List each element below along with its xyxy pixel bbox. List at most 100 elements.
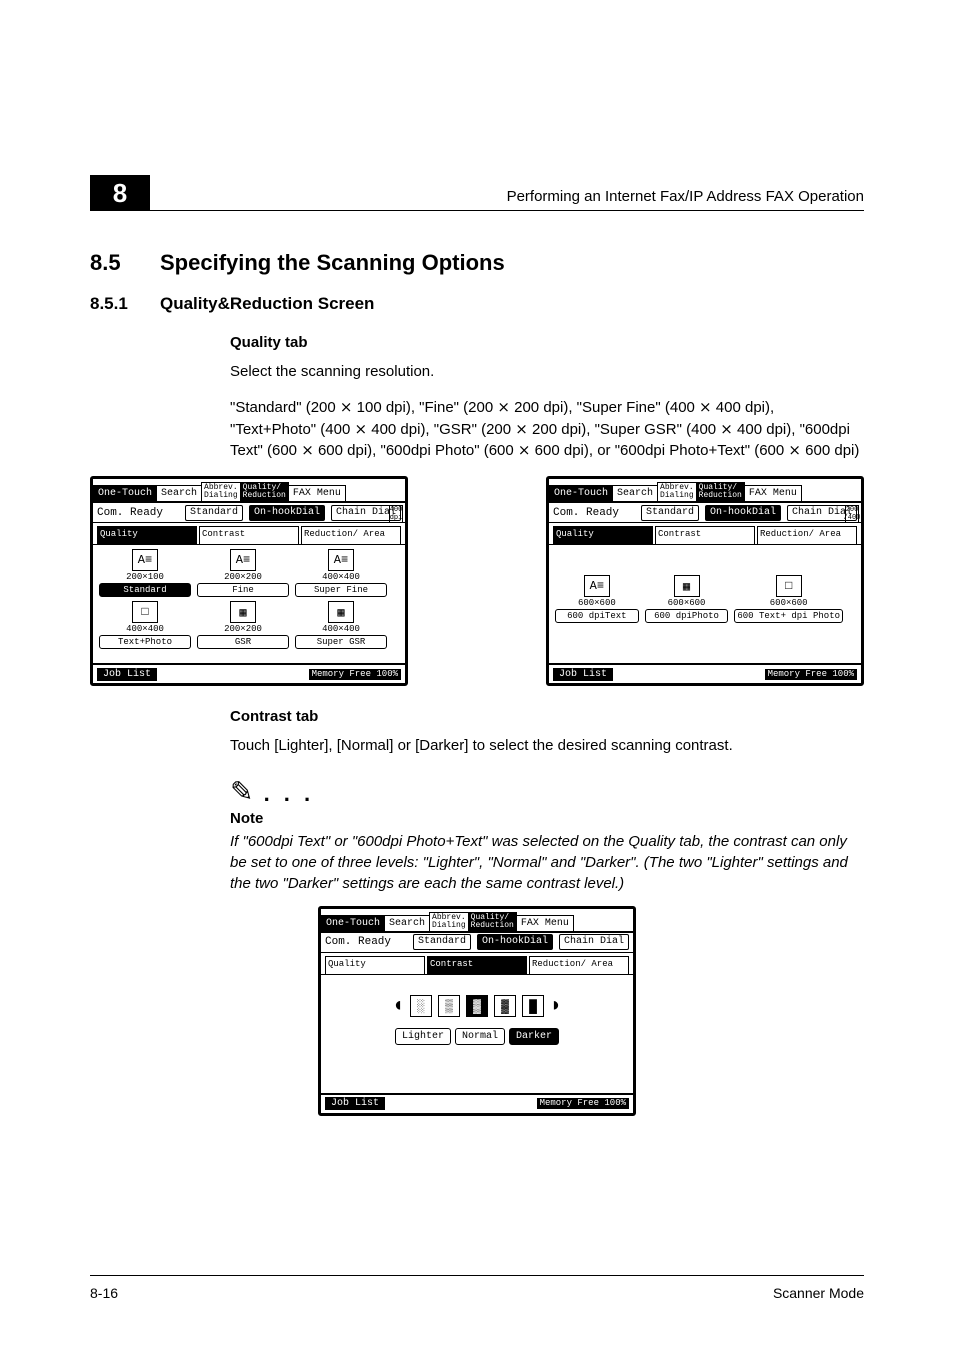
lighter-button[interactable]: Lighter: [395, 1028, 451, 1045]
note-title: Note: [230, 810, 864, 827]
top-tabs: One-Touch Search Abbrev. Dialing Quality…: [321, 909, 633, 933]
screen-footer: Job List Memory Free 100%: [549, 663, 861, 683]
opt-600text[interactable]: A≡600×600600 dpiText: [555, 575, 639, 623]
onhook-button[interactable]: On-hookDial: [705, 505, 781, 521]
contrast-arrow-right-icon: ◗: [550, 995, 562, 1018]
text-icon: A≡: [328, 549, 354, 571]
opt-supergsr[interactable]: ▦400×400Super GSR: [295, 601, 387, 649]
contrast-level-3-icon: ▓: [466, 995, 488, 1017]
opt-standard[interactable]: A≡200×100Standard: [99, 549, 191, 597]
tab-quality[interactable]: Quality/ Reduction: [696, 482, 745, 501]
contrast-screen: One-Touch Search Abbrev. Dialing Quality…: [318, 906, 636, 1116]
section-title: 8.5Specifying the Scanning Options: [90, 250, 864, 276]
subtab-quality[interactable]: Quality: [325, 956, 425, 974]
tab-onetouch[interactable]: One-Touch: [321, 915, 385, 931]
joblist-button[interactable]: Job List: [97, 668, 157, 681]
subsection-title: 8.5.1Quality&Reduction Screen: [90, 294, 864, 314]
joblist-button[interactable]: Job List: [553, 668, 613, 681]
tab-abbrev[interactable]: Abbrev. Dialing: [657, 482, 697, 501]
gsr-icon: ▦: [230, 601, 256, 623]
subtab-reduction[interactable]: Reduction/ Area: [757, 526, 857, 544]
tab-faxmenu[interactable]: FAX Menu: [288, 485, 346, 501]
opt-600photo[interactable]: ▦600×600600 dpiPhoto: [645, 575, 729, 623]
normal-button[interactable]: Normal: [455, 1028, 505, 1045]
running-header: Performing an Internet Fax/IP Address FA…: [507, 188, 864, 205]
contrast-level-5-icon: █: [522, 995, 544, 1017]
tab-search[interactable]: Search: [612, 485, 658, 501]
text-icon: A≡: [132, 549, 158, 571]
contrast-heading: Contrast tab: [230, 708, 864, 725]
contrast-level-2-icon: ▒: [438, 995, 460, 1017]
tab-abbrev[interactable]: Abbrev. Dialing: [429, 912, 469, 931]
onhook-button[interactable]: On-hookDial: [249, 505, 325, 521]
note-body: If "600dpi Text" or "600dpi Photo+Text" …: [230, 831, 864, 894]
tab-search[interactable]: Search: [384, 915, 430, 931]
tab-faxmenu[interactable]: FAX Menu: [744, 485, 802, 501]
status-row: Com. Ready Standard On-hookDial Chain Di…: [93, 503, 405, 523]
options-grid: A≡200×100Standard A≡200×200Fine A≡400×40…: [93, 545, 405, 649]
contrast-level-4-icon: ▓: [494, 995, 516, 1017]
footer-rule: [90, 1275, 864, 1276]
text-icon: A≡: [230, 549, 256, 571]
scroll-up-button[interactable]: 200 /400: [845, 505, 859, 523]
tab-onetouch[interactable]: One-Touch: [549, 485, 613, 501]
options-grid: A≡600×600600 dpiText ▦600×600600 dpiPhot…: [549, 545, 861, 623]
subtab-reduction[interactable]: Reduction/ Area: [301, 526, 401, 544]
note-dots: . . .: [253, 781, 314, 806]
subtab-contrast[interactable]: Contrast: [655, 526, 755, 544]
section-number: 8.5: [90, 250, 160, 276]
sub-tabs: Quality Contrast Reduction/ Area: [321, 953, 633, 975]
quality-screen-page2: One-Touch Search Abbrev. Dialing Quality…: [546, 476, 864, 686]
status-ready: Com. Ready: [553, 507, 619, 519]
photo-icon: ▦: [674, 575, 700, 597]
quality-description: "Standard" (200 × 100 dpi), "Fine" (200 …: [230, 397, 864, 462]
scroll-column: 400 dpi: [389, 505, 403, 661]
tab-quality[interactable]: Quality/ Reduction: [468, 912, 517, 931]
opt-superfine[interactable]: A≡400×400Super Fine: [295, 549, 387, 597]
memory-indicator: Memory Free 100%: [537, 1098, 629, 1109]
subtab-contrast[interactable]: Contrast: [199, 526, 299, 544]
opt-fine[interactable]: A≡200×200Fine: [197, 549, 289, 597]
subtab-contrast[interactable]: Contrast: [427, 956, 527, 974]
status-ready: Com. Ready: [325, 936, 391, 948]
note-icon: ✎: [230, 776, 253, 807]
contrast-level-1-icon: ░: [410, 995, 432, 1017]
subtab-quality[interactable]: Quality: [97, 526, 197, 544]
scroll-down-button[interactable]: 400 dpi: [389, 505, 403, 523]
opt-gsr[interactable]: ▦200×200GSR: [197, 601, 289, 649]
subtab-quality[interactable]: Quality: [553, 526, 653, 544]
page-number: 8-16: [90, 1285, 118, 1301]
scroll-column: 200 /400: [845, 505, 859, 661]
contrast-arrow-left-icon: ◖: [392, 995, 404, 1018]
opt-textphoto[interactable]: □400×400Text+Photo: [99, 601, 191, 649]
chapter-flag: 8: [90, 175, 150, 211]
contrast-intro: Touch [Lighter], [Normal] or [Darker] to…: [230, 735, 864, 757]
tab-search[interactable]: Search: [156, 485, 202, 501]
quality-screen-page1: One-Touch Search Abbrev. Dialing Quality…: [90, 476, 408, 686]
subtab-reduction[interactable]: Reduction/ Area: [529, 956, 629, 974]
tab-quality[interactable]: Quality/ Reduction: [240, 482, 289, 501]
top-tabs: One-Touch Search Abbrev. Dialing Quality…: [93, 479, 405, 503]
joblist-button[interactable]: Job List: [325, 1097, 385, 1110]
chain-dial-button[interactable]: Chain Dial: [559, 934, 629, 950]
textphoto-icon: □: [776, 575, 802, 597]
text-icon: A≡: [584, 575, 610, 597]
quality-heading: Quality tab: [230, 334, 864, 351]
tab-abbrev[interactable]: Abbrev. Dialing: [201, 482, 241, 501]
photo-icon: □: [132, 601, 158, 623]
footer-label: Scanner Mode: [773, 1285, 864, 1301]
note-block: ✎ . . . Note If "600dpi Text" or "600dpi…: [230, 775, 864, 894]
tab-faxmenu[interactable]: FAX Menu: [516, 915, 574, 931]
onhook-button[interactable]: On-hookDial: [477, 934, 553, 950]
subsection-number: 8.5.1: [90, 294, 160, 314]
status-ready: Com. Ready: [97, 507, 163, 519]
darker-button[interactable]: Darker: [509, 1028, 559, 1045]
body-column: Quality tab Select the scanning resoluti…: [230, 334, 864, 462]
opt-600textphoto[interactable]: □600×600600 Text+ dpi Photo: [734, 575, 843, 623]
memory-indicator: Memory Free 100%: [309, 669, 401, 680]
top-tabs: One-Touch Search Abbrev. Dialing Quality…: [549, 479, 861, 503]
status-mode: Standard: [413, 934, 471, 950]
status-mode: Standard: [641, 505, 699, 521]
section-heading: Specifying the Scanning Options: [160, 250, 505, 275]
tab-onetouch[interactable]: One-Touch: [93, 485, 157, 501]
